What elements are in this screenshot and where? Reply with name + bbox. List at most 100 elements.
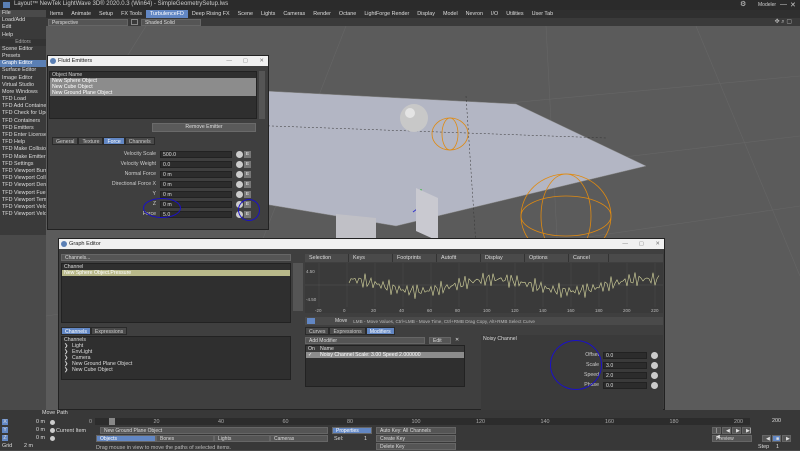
close-icon[interactable]: ✕	[655, 239, 660, 249]
field-input[interactable]: 0 m	[160, 180, 232, 188]
minimize-icon[interactable]: —	[226, 56, 232, 66]
bones-button[interactable]: Bones	[156, 435, 214, 442]
tab-nevron[interactable]: Nevron	[462, 10, 487, 18]
tab-setup[interactable]: Setup	[95, 10, 117, 18]
cameras-button[interactable]: Cameras	[270, 435, 328, 442]
graph-menu-selection[interactable]: Selection	[305, 254, 349, 262]
expression-button[interactable]: E	[244, 190, 251, 198]
menu-item-tfd-settings[interactable]: TFD Settings	[0, 161, 46, 168]
minimize-icon[interactable]: —	[622, 239, 628, 249]
close-icon[interactable]: ✕	[790, 1, 796, 9]
field-input[interactable]: 0 m	[160, 190, 232, 198]
frame-back-icon[interactable]: ◀	[762, 435, 771, 442]
tree-item[interactable]: ❯ New Cube Object	[62, 367, 290, 373]
modifier-row[interactable]: Noisy Channel Scale: 3.00 Speed 2.000000	[320, 352, 421, 358]
menu-item-tfd-viewport-collisi[interactable]: TFD Viewport Collisi...	[0, 175, 46, 182]
minimize-icon[interactable]: —	[780, 1, 787, 8]
tab-user-tab[interactable]: User Tab	[528, 10, 557, 18]
lights-button[interactable]: Lights	[214, 435, 270, 442]
close-icon[interactable]: ✕	[259, 56, 264, 66]
channels-dropdown[interactable]: Channels...	[61, 254, 291, 261]
shading-dropdown[interactable]: Shaded Solid	[141, 18, 201, 26]
tab-channels[interactable]: Channels	[124, 137, 155, 145]
menu-load-add[interactable]: Load/Add	[0, 17, 46, 24]
play-icon[interactable]: ▶	[732, 427, 741, 434]
expression-button[interactable]: E	[244, 150, 251, 158]
tab-expressions[interactable]: Expressions	[329, 327, 366, 335]
menu-item-tfd-viewport-temp[interactable]: TFD Viewport Temp...	[0, 197, 46, 204]
field-input[interactable]: 500.0	[160, 150, 232, 158]
menu-item-presets[interactable]: Presets	[0, 53, 46, 60]
check-icon[interactable]: ✓	[308, 352, 320, 358]
prev-key-icon[interactable]: |◀	[712, 427, 721, 440]
maximize-icon[interactable]: ▢	[639, 239, 644, 249]
menu-item-scene-editor[interactable]: Scene Editor	[0, 46, 46, 53]
noisy-field-input[interactable]: 3.0	[603, 361, 647, 369]
tab-texture[interactable]: Texture	[78, 137, 104, 145]
maximize-icon[interactable]: ▢	[243, 56, 248, 66]
menu-item-tfd-viewport-veloci[interactable]: TFD Viewport Veloci...	[0, 211, 46, 218]
tab-display[interactable]: Display	[413, 10, 439, 18]
envelope-icon[interactable]	[50, 436, 55, 441]
menu-item-tfd-help[interactable]: TFD Help	[0, 139, 46, 146]
noisy-field-input[interactable]: 2.0	[603, 371, 647, 379]
frame-forward-icon[interactable]: ▶	[782, 435, 791, 442]
play-back-icon[interactable]: ◀	[722, 427, 731, 434]
tab-lightforge-render[interactable]: LightForge Render	[360, 10, 413, 18]
tab-utilities[interactable]: Utilities	[502, 10, 527, 18]
axis-x-value[interactable]: 0 m	[36, 419, 45, 425]
expression-button[interactable]: E	[244, 160, 251, 168]
view-dropdown[interactable]: Perspective	[48, 18, 128, 26]
tab-general[interactable]: General	[52, 137, 79, 145]
timeline-handle[interactable]	[109, 418, 115, 425]
tab-lights[interactable]: Lights	[257, 10, 279, 18]
tab-render[interactable]: Render	[309, 10, 335, 18]
graph-menu-cancel[interactable]: Cancel	[569, 254, 609, 262]
menu-edit[interactable]: Edit	[0, 24, 46, 31]
envelope-icon[interactable]	[50, 428, 55, 433]
edit-dropdown[interactable]: Edit	[429, 336, 451, 344]
tab-cameras[interactable]: Cameras	[279, 10, 309, 18]
envelope-icon[interactable]	[236, 150, 243, 158]
tab-model[interactable]: Model	[439, 10, 462, 18]
end-frame[interactable]: 200	[772, 418, 781, 424]
channel-bin[interactable]: Channel New Sphere Object.Pressure	[61, 263, 291, 323]
objects-button[interactable]: Objects	[96, 435, 156, 442]
axis-z-value[interactable]: 0 m	[36, 435, 45, 441]
settings-icon[interactable]: ⚙	[740, 0, 746, 8]
menu-item-tfd-add-container[interactable]: TFD Add Container	[0, 103, 46, 110]
tab-force[interactable]: Force	[103, 137, 125, 145]
graph-menu-options[interactable]: Options	[525, 254, 569, 262]
tab-scene[interactable]: Scene	[234, 10, 257, 18]
graph-menu-keys[interactable]: Keys	[349, 254, 393, 262]
envelope-icon[interactable]	[651, 381, 658, 389]
graph-menu-display[interactable]: Display	[481, 254, 525, 262]
delete-key-button[interactable]: Delete Key	[376, 443, 456, 450]
emitter-list[interactable]: Object Name New Sphere Object New Cube Ob…	[49, 71, 257, 119]
noisy-field-input[interactable]: 0.0	[603, 351, 647, 359]
stop-icon[interactable]: ■	[772, 435, 781, 442]
timeline-slider[interactable]	[95, 418, 750, 425]
menu-item-tfd-make-emitter[interactable]: TFD Make Emitter	[0, 154, 46, 161]
menu-item-tfd-make-collision[interactable]: TFD Make Collision	[0, 146, 46, 153]
tab-channels[interactable]: Channels	[61, 327, 91, 335]
menu-item-tfd-viewport-fuel[interactable]: TFD Viewport Fuel	[0, 190, 46, 197]
graph-menu-autofit[interactable]: Autofit	[437, 254, 481, 262]
modifier-list[interactable]: On Name ✓ Noisy Channel Scale: 3.00 Spee…	[305, 345, 465, 387]
menu-help[interactable]: Help	[0, 32, 46, 39]
curve-graph[interactable]: -20 0 20 40 60 80 100 120 140 160 180 200 220 4.50 -4.…	[305, 263, 663, 313]
menu-item-surface-editor[interactable]: Surface Editor	[0, 67, 46, 74]
envelope-icon[interactable]	[236, 170, 243, 178]
field-input[interactable]: 0 m	[160, 170, 232, 178]
envelope-icon[interactable]	[50, 420, 55, 425]
field-input[interactable]: 0.0	[160, 160, 232, 168]
channel-item[interactable]: New Sphere Object.Pressure	[62, 270, 290, 276]
move-tool-icon[interactable]	[307, 318, 315, 324]
tab-items[interactable]: Items	[46, 10, 67, 18]
properties-button[interactable]: Properties	[332, 427, 372, 434]
menu-item-virtual-studio[interactable]: Virtual Studio	[0, 82, 46, 89]
expression-button[interactable]: E	[244, 180, 251, 188]
viewport-options-icon[interactable]	[131, 19, 138, 25]
emitter-list-item[interactable]: New Ground Plane Object	[50, 90, 256, 96]
remove-emitter-button[interactable]: Remove Emitter	[152, 123, 256, 132]
